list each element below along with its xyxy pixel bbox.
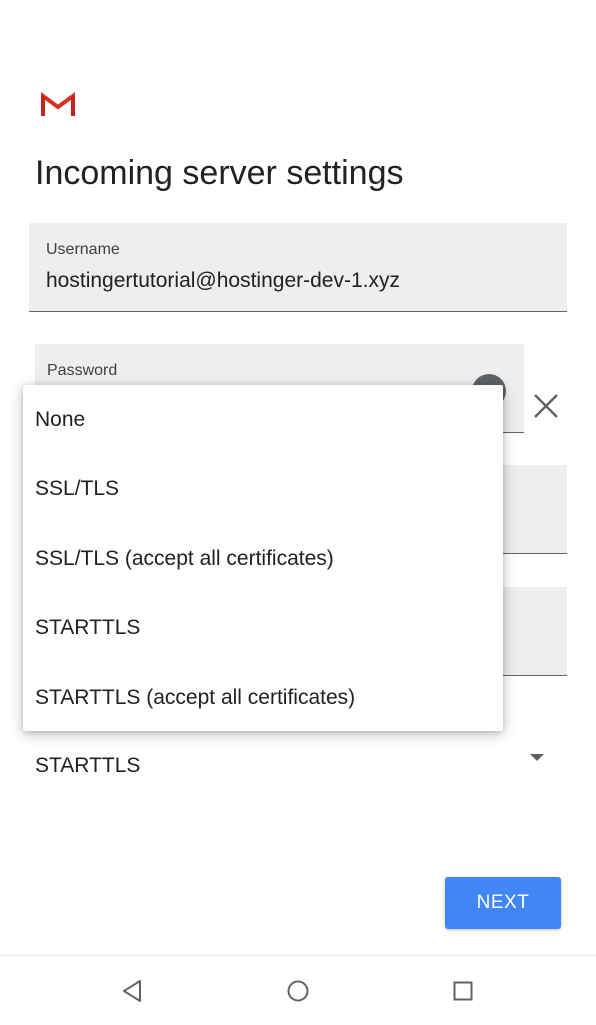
menu-option-starttls[interactable]: STARTTLS (23, 593, 503, 662)
gmail-logo-icon (41, 92, 75, 116)
system-nav-bar (0, 955, 596, 1025)
security-type-menu: None SSL/TLS SSL/TLS (accept all certifi… (23, 385, 503, 731)
password-label: Password (47, 362, 118, 379)
username-label: Username (46, 241, 120, 258)
home-circle-icon[interactable] (283, 976, 313, 1006)
menu-option-none[interactable]: None (23, 385, 503, 454)
username-input[interactable]: hostingertutorial@hostinger-dev-1.xyz (46, 269, 400, 293)
back-triangle-icon[interactable] (118, 976, 148, 1006)
close-icon[interactable] (532, 392, 560, 420)
next-button[interactable]: NEXT (445, 877, 561, 929)
dropdown-arrow-icon[interactable] (530, 754, 544, 761)
page-title: Incoming server settings (35, 154, 404, 192)
username-field[interactable]: Username hostingertutorial@hostinger-dev… (29, 223, 567, 312)
menu-option-ssl-tls[interactable]: SSL/TLS (23, 454, 503, 523)
security-type-select[interactable]: STARTTLS (35, 754, 140, 778)
menu-option-ssl-tls-accept-all[interactable]: SSL/TLS (accept all certificates) (23, 524, 503, 593)
recents-square-icon[interactable] (448, 976, 478, 1006)
menu-option-starttls-accept-all[interactable]: STARTTLS (accept all certificates) (23, 663, 503, 732)
